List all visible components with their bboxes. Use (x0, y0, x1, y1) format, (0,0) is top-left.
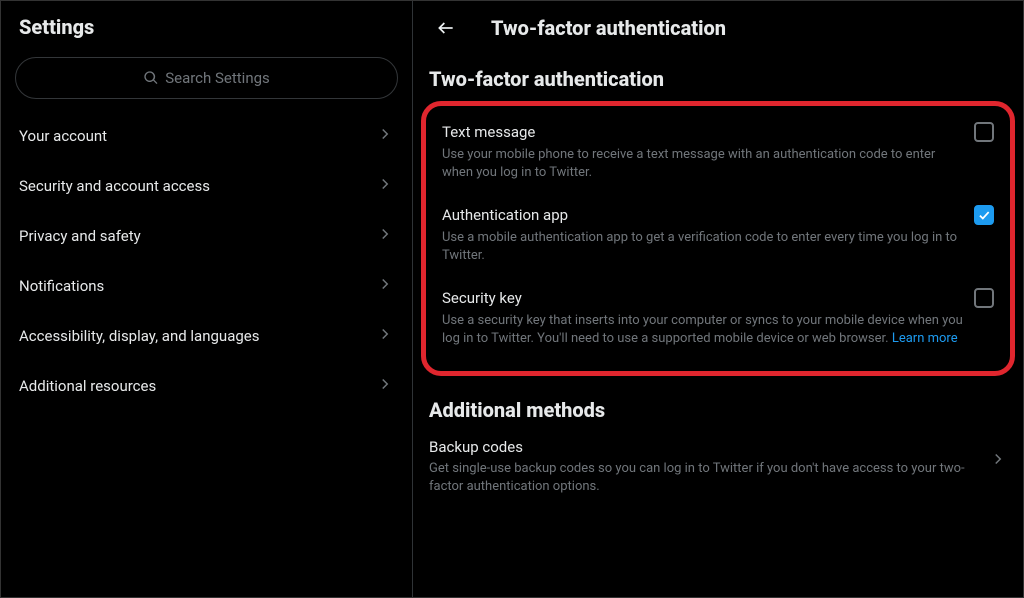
backup-codes-title: Backup codes (429, 438, 989, 456)
chevron-right-icon (989, 450, 1007, 472)
text-message-checkbox[interactable] (974, 122, 994, 142)
option-head: Text message (442, 122, 994, 142)
option-auth-app: Authentication app Use a mobile authenti… (434, 195, 1002, 278)
option-desc: Use a mobile authentication app to get a… (442, 229, 994, 264)
option-head: Authentication app (442, 205, 994, 225)
arrow-left-icon (436, 18, 456, 38)
sidebar-item-label: Accessibility, display, and languages (19, 327, 259, 345)
check-icon (977, 208, 991, 222)
sidebar-item-notifications[interactable]: Notifications (1, 261, 412, 311)
backup-codes-desc: Get single-use backup codes so you can l… (429, 460, 989, 495)
chevron-right-icon (376, 225, 394, 247)
section-heading-2fa: Two-factor authentication (413, 55, 1023, 97)
back-button[interactable] (429, 11, 463, 45)
main-panel: Two-factor authentication Two-factor aut… (413, 1, 1023, 597)
auth-app-checkbox[interactable] (974, 205, 994, 225)
chevron-right-icon (376, 375, 394, 397)
sidebar-item-label: Your account (19, 127, 107, 145)
sidebar-item-security-access[interactable]: Security and account access (1, 161, 412, 211)
option-title: Authentication app (442, 206, 568, 224)
backup-codes-row[interactable]: Backup codes Get single-use backup codes… (413, 428, 1023, 509)
security-key-desc-text: Use a security key that inserts into you… (442, 313, 963, 346)
search-placeholder: Search Settings (165, 69, 270, 87)
section-heading-additional: Additional methods (413, 386, 1023, 428)
learn-more-link[interactable]: Learn more (892, 331, 958, 346)
two-factor-options-highlight: Text message Use your mobile phone to re… (421, 101, 1015, 376)
option-security-key: Security key Use a security key that ins… (434, 278, 1002, 361)
main-header: Two-factor authentication (413, 1, 1023, 55)
chevron-right-icon (376, 125, 394, 147)
sidebar-item-label: Privacy and safety (19, 227, 141, 245)
chevron-right-icon (376, 175, 394, 197)
security-key-checkbox[interactable] (974, 288, 994, 308)
sidebar-item-label: Additional resources (19, 377, 156, 395)
page-title: Two-factor authentication (491, 16, 726, 40)
search-icon (143, 70, 159, 86)
option-head: Security key (442, 288, 994, 308)
sidebar-item-additional-resources[interactable]: Additional resources (1, 361, 412, 411)
settings-sidebar: Settings Search Settings Your account Se… (1, 1, 413, 597)
search-wrap: Search Settings (1, 51, 412, 111)
sidebar-item-your-account[interactable]: Your account (1, 111, 412, 161)
chevron-right-icon (376, 275, 394, 297)
search-input[interactable]: Search Settings (15, 57, 398, 99)
option-title: Security key (442, 289, 522, 307)
option-desc: Use a security key that inserts into you… (442, 312, 994, 347)
sidebar-item-label: Security and account access (19, 177, 210, 195)
sidebar-title: Settings (1, 1, 412, 51)
sidebar-item-label: Notifications (19, 277, 104, 295)
option-desc: Use your mobile phone to receive a text … (442, 146, 994, 181)
option-text-message: Text message Use your mobile phone to re… (434, 112, 1002, 195)
sidebar-item-accessibility[interactable]: Accessibility, display, and languages (1, 311, 412, 361)
sidebar-item-privacy-safety[interactable]: Privacy and safety (1, 211, 412, 261)
option-title: Text message (442, 123, 535, 141)
backup-codes-text: Backup codes Get single-use backup codes… (429, 438, 989, 495)
chevron-right-icon (376, 325, 394, 347)
